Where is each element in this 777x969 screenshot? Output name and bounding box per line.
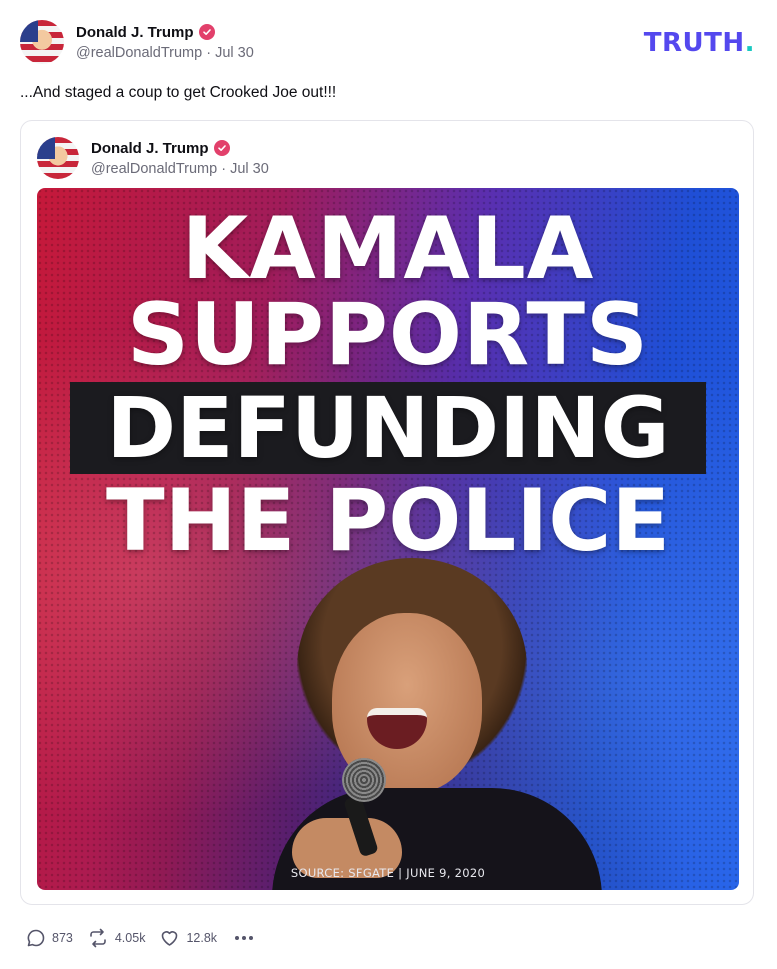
post-text: ...And staged a coup to get Crooked Joe … xyxy=(20,84,337,101)
author-name[interactable]: Donald J. Trump xyxy=(76,24,194,41)
quoted-post-card[interactable]: Donald J. Trump @realDonaldTrump · Jul 3… xyxy=(20,120,754,905)
image-headline-line2: SUPPORTS xyxy=(127,285,649,385)
like-count: 12.8k xyxy=(186,931,218,945)
quoted-post-header: Donald J. Trump @realDonaldTrump · Jul 3… xyxy=(37,137,269,179)
quoted-meta-separator: · xyxy=(221,160,231,177)
avatar[interactable] xyxy=(20,20,64,64)
image-source-caption: SOURCE: SFGATE | JUNE 9, 2020 xyxy=(290,866,486,880)
quoted-post-meta: @realDonaldTrump · Jul 30 xyxy=(91,161,269,177)
action-bar: 873 4.05k 12.8k xyxy=(26,928,254,948)
reply-count: 873 xyxy=(52,931,73,945)
author-handle[interactable]: @realDonaldTrump xyxy=(76,45,202,61)
quoted-author-name[interactable]: Donald J. Trump xyxy=(91,140,209,157)
image-headline-line3: DEFUNDING xyxy=(106,379,670,477)
post-meta: @realDonaldTrump · Jul 30 xyxy=(76,45,254,61)
image-headline-line1: KAMALA xyxy=(181,199,595,299)
quoted-author-block: Donald J. Trump @realDonaldTrump · Jul 3… xyxy=(91,140,269,177)
image-headline-line4: THE POLICE xyxy=(105,471,671,571)
post-header: Donald J. Trump @realDonaldTrump · Jul 3… xyxy=(20,20,254,64)
comment-bubble-icon xyxy=(27,929,45,947)
quoted-post-date[interactable]: Jul 30 xyxy=(230,161,269,177)
repost-arrows-icon xyxy=(90,928,106,948)
image-portrait xyxy=(272,558,602,890)
like-button[interactable]: 12.8k xyxy=(159,928,217,948)
post-date[interactable]: Jul 30 xyxy=(215,45,254,61)
heart-icon xyxy=(162,931,178,946)
verified-badge-icon xyxy=(213,140,230,156)
microphone-icon xyxy=(342,758,386,802)
more-dot xyxy=(242,936,247,940)
truth-logo[interactable]: TRUTH. xyxy=(644,28,755,58)
quoted-avatar[interactable] xyxy=(37,137,79,179)
quoted-name-row: Donald J. Trump xyxy=(91,140,269,157)
logo-text: TRUTH xyxy=(643,28,745,58)
logo-dot: . xyxy=(744,28,755,58)
meta-separator: · xyxy=(206,44,216,61)
verified-badge-icon xyxy=(198,24,215,40)
reply-button[interactable]: 873 xyxy=(26,928,73,948)
post-image[interactable]: KAMALA SUPPORTS DEFUNDING THE POLICE SOU… xyxy=(37,188,739,890)
quoted-author-handle[interactable]: @realDonaldTrump xyxy=(91,161,217,177)
more-dot xyxy=(235,936,240,940)
more-dot xyxy=(249,936,254,940)
more-dots-icon[interactable] xyxy=(235,936,254,940)
retruth-button[interactable]: 4.05k xyxy=(87,928,146,948)
author-block: Donald J. Trump @realDonaldTrump · Jul 3… xyxy=(76,24,254,61)
name-row: Donald J. Trump xyxy=(76,24,254,41)
retruth-count: 4.05k xyxy=(114,931,146,945)
